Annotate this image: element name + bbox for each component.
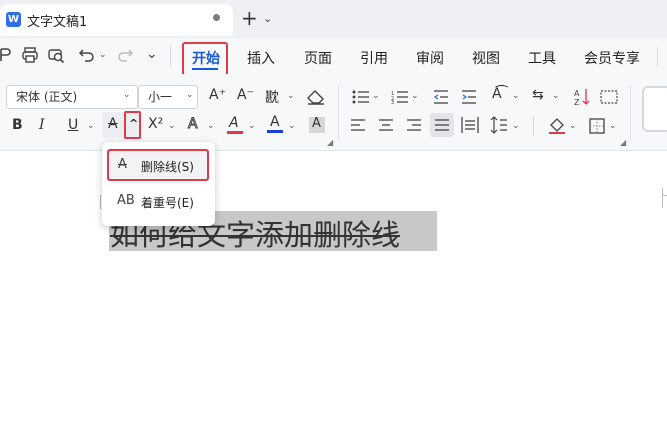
highlight-icon[interactable]: A	[229, 115, 239, 131]
bullet-list-icon[interactable]	[352, 90, 370, 104]
document-tab-title: 文字文稿1	[27, 15, 88, 30]
font-size-value: 小一	[148, 90, 173, 104]
strikethrough-icon[interactable]: A	[108, 116, 118, 132]
strikethrough-menu-icon: A	[118, 157, 127, 172]
line-spacing-icon[interactable]	[490, 116, 508, 134]
highlight-dropdown-icon[interactable]: ⌄	[248, 121, 256, 131]
font-color-dropdown-icon[interactable]: ⌄	[288, 121, 296, 131]
font-name-value: 宋体 (正文)	[16, 90, 78, 104]
text-direction-dropdown-icon[interactable]: ⌄	[552, 91, 560, 101]
document-canvas[interactable]	[0, 151, 667, 430]
menu-review[interactable]: 审阅	[416, 48, 444, 68]
margin-corner-mark-left	[100, 195, 101, 209]
paragraph-dialog-launcher-icon[interactable]: ◢	[620, 138, 626, 147]
align-right-icon[interactable]	[406, 118, 422, 132]
ribbon-separator-right	[630, 86, 631, 140]
menu-page[interactable]: 页面	[304, 48, 332, 68]
menu-member[interactable]: 会员专享	[584, 48, 640, 68]
sort-icon[interactable]: AZ	[574, 88, 590, 106]
svg-text:3: 3	[391, 100, 394, 104]
wps-writer-logo-icon: W	[6, 12, 21, 27]
underline-icon[interactable]: U	[68, 117, 78, 133]
superscript-icon[interactable]: X²	[148, 116, 163, 132]
chinese-layout-icon[interactable]: A͡	[492, 86, 502, 102]
print-icon[interactable]	[21, 46, 39, 64]
paragraph-divider	[533, 116, 534, 136]
increase-indent-icon[interactable]	[461, 89, 477, 105]
superscript-dropdown-icon[interactable]: ⌄	[168, 121, 176, 131]
align-center-icon[interactable]	[378, 118, 394, 132]
clear-format-eraser-icon[interactable]	[306, 88, 326, 106]
menu-insert[interactable]: 插入	[247, 48, 275, 68]
shrink-font-icon[interactable]: A⁻	[237, 87, 254, 103]
shading-dropdown-icon[interactable]: ⌄	[569, 121, 577, 131]
font-name-dropdown-icon[interactable]: ⌄	[123, 90, 131, 100]
ribbon-separator	[338, 86, 339, 140]
menu-start[interactable]: 开始	[192, 48, 220, 68]
menu-tools[interactable]: 工具	[528, 48, 556, 68]
menu-divider-right	[657, 47, 658, 67]
menu-item-strikethrough-label: 删除线(S)	[141, 160, 194, 174]
menu-start-underline	[192, 68, 218, 70]
grow-font-icon[interactable]: A⁺	[209, 87, 226, 103]
chinese-layout-dropdown-icon[interactable]: ⌄	[512, 91, 520, 101]
char-shading-icon[interactable]: A	[312, 116, 321, 131]
italic-icon[interactable]: I	[39, 117, 45, 133]
borders-dropdown-icon[interactable]: ⌄	[609, 121, 617, 131]
text-effect-dropdown-icon[interactable]: ⌄	[207, 121, 215, 131]
phonetic-guide-icon[interactable]: 㽎	[265, 87, 279, 107]
new-tab-dropdown-icon[interactable]: ⌄	[263, 12, 272, 25]
partial-app-icon[interactable]	[0, 47, 12, 63]
highlight-color-bar	[227, 131, 243, 134]
line-spacing-dropdown-icon[interactable]: ⌄	[512, 121, 520, 131]
font-dialog-launcher-icon[interactable]: ◢	[327, 138, 333, 147]
more-icon[interactable]: ⌄	[146, 46, 158, 62]
align-left-icon[interactable]	[350, 118, 366, 132]
font-color-bar	[267, 130, 283, 133]
font-color-icon[interactable]: A	[270, 114, 280, 130]
justify-icon[interactable]	[434, 118, 450, 132]
strikethrough-dropdown-caret-icon[interactable]: ^	[129, 117, 138, 130]
bullet-list-dropdown-icon[interactable]: ⌄	[372, 91, 380, 101]
menu-item-emphasis-mark-label: 着重号(E)	[141, 196, 194, 210]
font-size-dropdown-icon[interactable]: ⌄	[186, 90, 194, 100]
shading-icon[interactable]	[548, 116, 566, 134]
emphasis-mark-menu-icon: AB	[117, 193, 135, 208]
menu-view[interactable]: 视图	[472, 48, 500, 68]
new-tab-plus-icon[interactable]: +	[241, 6, 258, 30]
distributed-align-icon[interactable]	[461, 116, 479, 134]
menu-references[interactable]: 引用	[360, 48, 388, 68]
bold-icon[interactable]: B	[12, 117, 23, 133]
undo-icon[interactable]	[78, 46, 96, 64]
numbered-list-dropdown-icon[interactable]: ⌄	[411, 91, 419, 101]
font-name-select[interactable]: 宋体 (正文)	[6, 85, 138, 109]
text-effect-icon[interactable]: A	[188, 116, 199, 133]
undo-dropdown-icon[interactable]: ⌄	[99, 50, 107, 60]
print-preview-icon[interactable]	[47, 46, 65, 64]
show-marks-icon[interactable]	[600, 90, 618, 104]
numbered-list-icon[interactable]: 123	[391, 90, 409, 104]
text-direction-icon[interactable]: ⇆	[532, 87, 544, 103]
svg-text:A: A	[574, 89, 580, 98]
underline-dropdown-icon[interactable]: ⌄	[87, 121, 95, 131]
redo-icon[interactable]	[116, 46, 134, 64]
menu-divider	[170, 46, 171, 66]
phonetic-dropdown-icon[interactable]: ⌄	[287, 91, 295, 101]
margin-corner-mark-right-v	[662, 188, 663, 208]
borders-icon[interactable]	[589, 118, 605, 134]
decrease-indent-icon[interactable]	[433, 89, 449, 105]
unsaved-dot-icon[interactable]	[213, 14, 220, 21]
svg-text:Z: Z	[574, 98, 580, 106]
style-gallery-preview[interactable]	[642, 86, 667, 132]
